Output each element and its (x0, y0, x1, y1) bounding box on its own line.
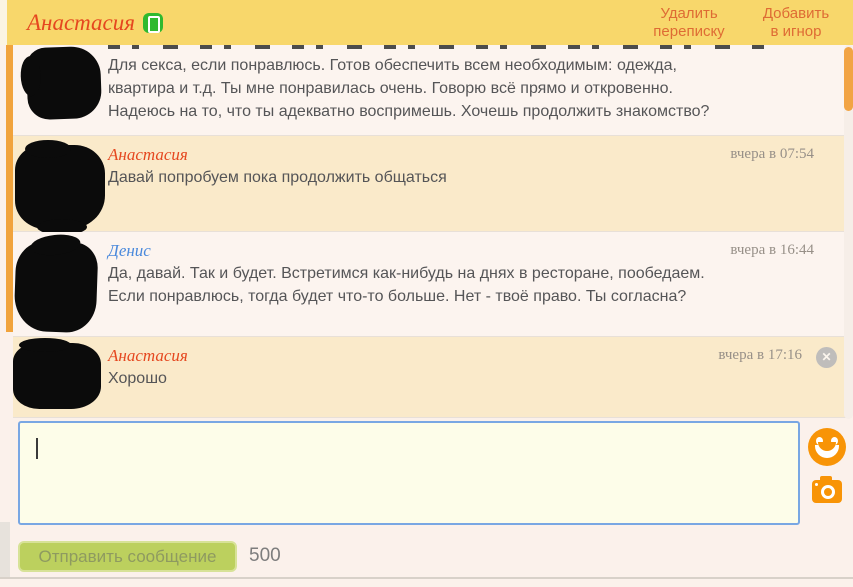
chat-window: Анастасия Удалить переписку Добавить в и… (0, 0, 853, 587)
emoji-icon-mouth (818, 442, 836, 451)
camera-icon[interactable] (812, 480, 842, 503)
chat-partner-name: Анастасия (27, 10, 135, 36)
online-phone-icon (143, 13, 163, 33)
delete-message-icon[interactable]: ✕ (816, 347, 837, 368)
left-edge-strip (0, 522, 10, 578)
chars-left-counter: 500 (249, 545, 281, 567)
bottom-divider (0, 577, 853, 579)
message-text: Да, давай. Так и будет. Встретимся как-н… (108, 262, 726, 308)
message-text: Давай попробуем пока продолжить общаться (108, 166, 726, 189)
message-timestamp: вчера в 16:44 (730, 242, 814, 259)
chat-header: Анастасия Удалить переписку Добавить в и… (7, 0, 853, 45)
message-row: Анастасия Хорошо вчера в 17:16 ✕ (13, 337, 846, 418)
message-list: Для секса, если понравлюсь. Готов обеспе… (13, 45, 846, 418)
message-text: Для секса, если понравлюсь. Готов обеспе… (108, 54, 726, 123)
scrollbar-track[interactable] (844, 45, 853, 419)
message-timestamp: вчера в 07:54 (730, 146, 814, 163)
camera-flash-dot (815, 483, 818, 486)
left-accent-bar (6, 45, 13, 332)
message-row: Денис Да, давай. Так и будет. Встретимся… (13, 232, 846, 337)
message-row: Анастасия Давай попробуем пока продолжит… (13, 136, 846, 232)
send-message-button[interactable]: Отправить сообщение (18, 541, 237, 572)
message-timestamp: вчера в 17:16 (718, 347, 802, 364)
delete-conversation-link[interactable]: Удалить переписку (647, 5, 731, 41)
corner-strip (0, 0, 7, 45)
message-author[interactable]: Денис (108, 240, 151, 261)
scrollbar-thumb[interactable] (844, 47, 853, 111)
message-author[interactable]: Анастасия (108, 144, 188, 165)
emoji-icon[interactable] (808, 428, 846, 466)
message-text: Хорошо (108, 367, 726, 390)
message-author[interactable]: Анастасия (108, 345, 188, 366)
message-input[interactable] (18, 421, 800, 525)
message-row: Для секса, если понравлюсь. Готов обеспе… (13, 45, 846, 136)
header-actions: Удалить переписку Добавить в игнор (647, 5, 853, 41)
add-to-ignore-link[interactable]: Добавить в игнор (757, 5, 835, 41)
